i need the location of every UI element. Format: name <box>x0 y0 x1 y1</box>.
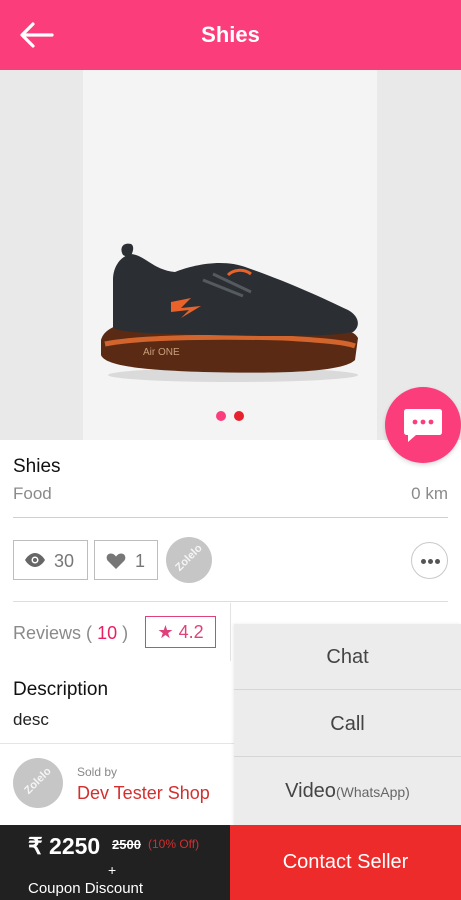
more-options-button[interactable] <box>411 542 448 579</box>
reviews-paren-close: ) <box>122 623 129 643</box>
discount-label: (10% Off) <box>148 837 200 851</box>
product-image: Air ONE <box>83 70 377 440</box>
star-icon: ★ <box>157 622 174 642</box>
currency-symbol: ₹ <box>28 833 43 859</box>
more-dot <box>421 559 426 564</box>
reviews-count: 10 <box>97 623 118 643</box>
price-value: 2250 <box>49 833 101 859</box>
video-label: Video <box>285 780 336 802</box>
video-suffix: (WhatsApp) <box>335 784 410 800</box>
reviews-paren-open: ( <box>86 623 93 643</box>
divider <box>13 517 448 518</box>
product-category: Food <box>13 484 52 503</box>
current-price: ₹ 2250 <box>28 833 100 860</box>
contact-seller-button[interactable]: Contact Seller <box>230 825 461 900</box>
carousel-indicator <box>216 411 246 421</box>
svg-text:Air ONE: Air ONE <box>143 347 180 358</box>
views-count: 30 <box>54 551 75 571</box>
seller-logo-text: Zolelo <box>22 765 54 797</box>
description-text: desc <box>13 710 49 729</box>
carousel-dot[interactable] <box>216 411 226 421</box>
like-button[interactable]: 1 <box>94 540 158 580</box>
badge-text: Zolelo <box>173 542 205 574</box>
eye-icon <box>25 553 45 567</box>
seller-name-link[interactable]: Dev Tester Shop <box>77 783 210 804</box>
divider <box>230 603 231 661</box>
verified-badge: Zolelo <box>166 537 212 583</box>
coupon-discount-label: Coupon Discount <box>28 880 144 897</box>
plus-sign: + <box>108 862 117 878</box>
product-name: Shies <box>13 456 61 477</box>
original-price: 2500 <box>112 837 141 852</box>
carousel-dot[interactable] <box>234 411 244 421</box>
likes-count: 1 <box>135 551 146 571</box>
call-option[interactable]: Call <box>234 691 461 757</box>
image-gallery[interactable]: Air ONE <box>0 70 461 440</box>
rating-badge: ★ 4.2 <box>145 616 216 648</box>
heart-icon <box>106 553 126 569</box>
app-bar: Shies <box>0 0 461 70</box>
divider <box>13 601 448 602</box>
price-bar: ₹ 2250 2500 (10% Off) + Coupon Discount <box>0 825 230 900</box>
rating-value: 4.2 <box>178 622 204 642</box>
divider <box>0 743 234 744</box>
sold-by-label: Sold by <box>77 765 118 779</box>
chat-bubble-icon <box>404 409 442 442</box>
views-counter: 30 <box>13 540 88 580</box>
page-title: Shies <box>201 22 260 47</box>
more-dot <box>428 559 433 564</box>
chat-fab[interactable] <box>385 387 461 463</box>
reviews-link[interactable]: Reviews ( 10 ) <box>13 623 128 644</box>
product-distance: 0 km <box>411 484 448 503</box>
seller-logo: Zolelo <box>13 758 63 808</box>
more-dot <box>435 559 440 564</box>
video-whatsapp-option[interactable]: Video(WhatsApp) <box>234 758 461 824</box>
reviews-label: Reviews <box>13 623 82 643</box>
contact-options-menu: Chat Call Video(WhatsApp) <box>234 624 461 825</box>
chat-option[interactable]: Chat <box>234 624 461 690</box>
description-title: Description <box>13 679 109 700</box>
